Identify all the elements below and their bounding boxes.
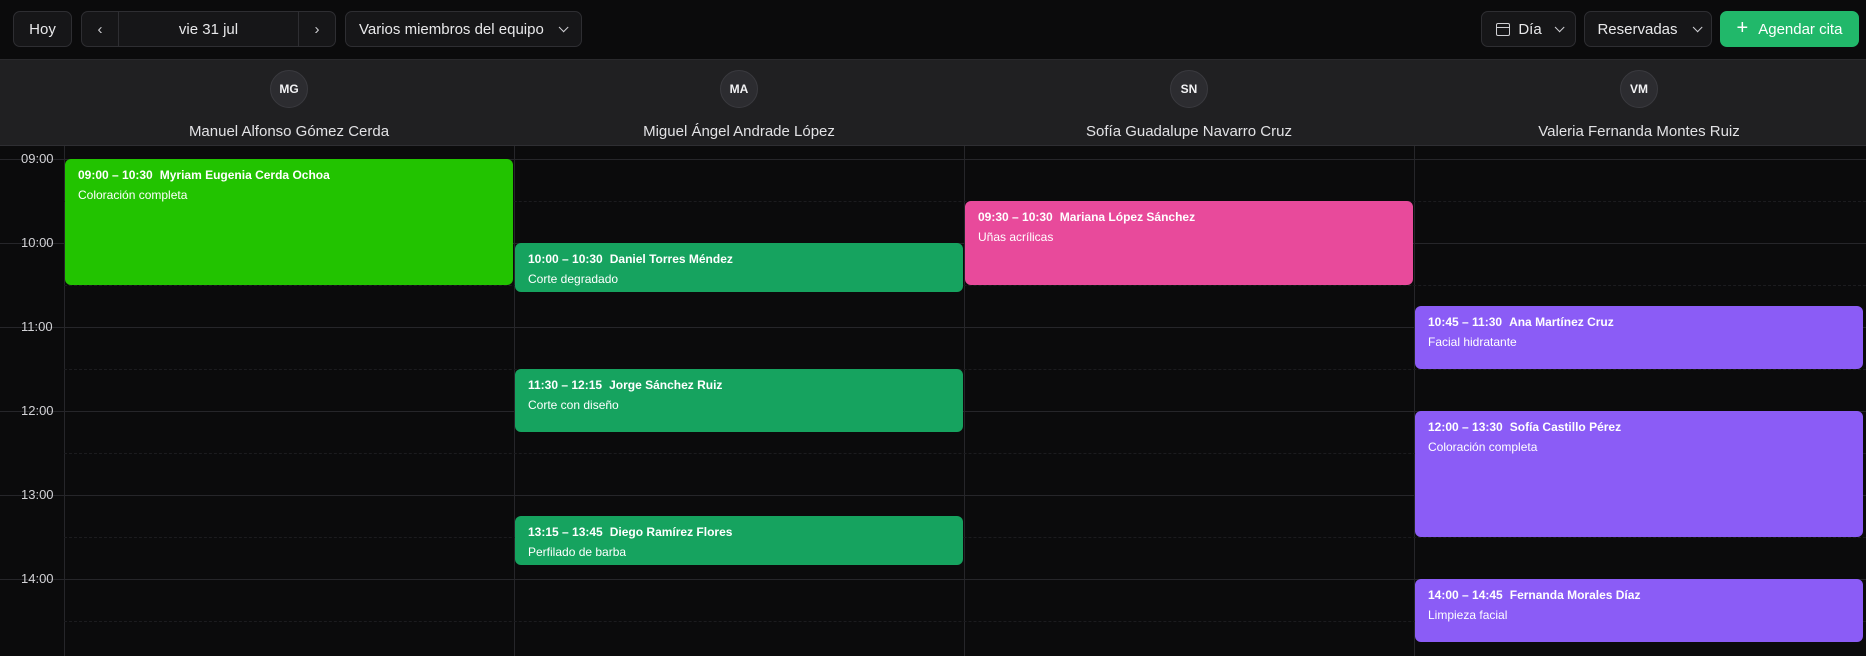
chevron-down-icon [558,21,569,32]
appointment-time: 09:00 – 10:30 [78,168,153,182]
appointment-client: Myriam Eugenia Cerda Ochoa [159,168,330,182]
chevron-down-icon [1554,21,1565,32]
appointment-client: Diego Ramírez Flores [609,525,733,539]
add-appointment-label: Agendar cita [1758,20,1843,38]
appointment-time: 10:00 – 10:30 [528,252,603,266]
chevron-left-icon[interactable]: ‹ [82,12,119,46]
appointment-time: 13:15 – 13:45 [528,525,603,539]
appointment-service: Coloración completa [78,188,188,202]
appointment-client: Fernanda Morales Díaz [1509,588,1641,602]
staff-column-header[interactable]: SN Sofía Guadalupe Navarro Cruz [964,60,1414,147]
appointment-time: 10:45 – 11:30 [1428,315,1503,329]
appointment-time: 11:30 – 12:15 [528,378,603,392]
plus-icon: + [1736,17,1749,39]
status-filter-dropdown[interactable]: Reservadas [1584,11,1712,47]
appointment-header: 10:45 – 11:30 Ana Martínez Cruz [1428,315,1850,329]
appointment-service: Coloración completa [1428,440,1538,454]
appointment-card[interactable]: 10:00 – 10:30 Daniel Torres Méndez Corte d… [515,243,963,292]
appointment-time: 12:00 – 13:30 [1428,420,1503,434]
add-appointment-button[interactable]: + Agendar cita [1720,11,1859,47]
appointment-header: 09:30 – 10:30 Mariana López Sánchez [978,210,1400,224]
staff-name: Sofía Guadalupe Navarro Cruz [1086,123,1292,140]
avatar: SN [1170,70,1208,108]
calendar-toolbar: Hoy ‹ vie 31 jul › Varios miembros del e… [0,0,1866,59]
appointment-header: 14:00 – 14:45 Fernanda Morales Díaz [1428,588,1850,602]
view-selector-dropdown[interactable]: Día [1481,11,1576,47]
appointment-service: Facial hidratante [1428,335,1517,349]
half-hour-gridline [64,285,1866,286]
appointment-card[interactable]: 09:00 – 10:30 Myriam Eugenia Cerda Ochoa C… [65,159,513,285]
hour-label: 09:00 [21,151,54,166]
avatar: VM [1620,70,1658,108]
staff-name: Miguel Ángel Andrade López [643,123,835,140]
hour-label: 10:00 [21,235,54,250]
half-hour-gridline [64,369,1866,370]
chevron-right-icon[interactable]: › [298,12,335,46]
hour-label: 11:00 [21,319,53,334]
appointment-service: Uñas acrílicas [978,230,1054,244]
appointment-client: Daniel Torres Méndez [609,252,733,266]
staff-name: Manuel Alfonso Gómez Cerda [188,123,390,140]
appointment-client: Jorge Sánchez Ruiz [609,378,723,392]
appointment-time: 09:30 – 10:30 [978,210,1053,224]
team-selector-label: Varios miembros del equipo [359,20,544,38]
appointment-service: Corte con diseño [528,398,619,412]
appointment-service: Limpieza facial [1428,608,1508,622]
appointment-card[interactable]: 13:15 – 13:45 Diego Ramírez Flores Perfila… [515,516,963,565]
hour-label: 12:00 [21,403,54,418]
chevron-down-icon [1692,21,1703,32]
appointment-service: Perfilado de barba [528,545,627,559]
team-selector-dropdown[interactable]: Varios miembros del equipo [345,11,582,47]
appointment-service: Corte degradado [528,272,619,286]
half-hour-gridline [64,537,1866,538]
avatar: MG [270,70,308,108]
staff-column-header[interactable]: MG Manuel Alfonso Gómez Cerda [64,60,514,147]
staff-name: Valeria Fernanda Montes Ruiz [1538,123,1740,140]
appointment-client: Sofía Castillo Pérez [1509,420,1622,434]
avatar: MA [720,70,758,108]
appointment-header: 13:15 – 13:45 Diego Ramírez Flores [528,525,950,539]
day-schedule-grid[interactable]: 09:00 10:00 11:00 12:00 13:00 14:00 09:00 – 10… [0,146,1866,656]
calendar-icon [1496,22,1511,36]
staff-column-header[interactable]: MA Miguel Ángel Andrade López [514,60,964,147]
today-button[interactable]: Hoy [13,11,72,47]
staff-header: MG Manuel Alfonso Gómez Cerda MA Miguel … [0,59,1866,146]
appointment-client: Ana Martínez Cruz [1509,315,1614,329]
hour-label: 14:00 [21,571,54,586]
appointment-header: 09:00 – 10:30 Myriam Eugenia Cerda Ochoa [78,168,500,182]
appointment-client: Mariana López Sánchez [1059,210,1196,224]
appointment-header: 12:00 – 13:30 Sofía Castillo Pérez [1428,420,1850,434]
appointment-time: 14:00 – 14:45 [1428,588,1503,602]
view-selector-label: Día [1518,20,1542,38]
date-navigator: ‹ vie 31 jul › [81,11,336,47]
current-date-label[interactable]: vie 31 jul [119,21,298,38]
staff-column-header[interactable]: VM Valeria Fernanda Montes Ruiz [1414,60,1864,147]
hour-label: 13:00 [21,487,54,502]
appointment-header: 10:00 – 10:30 Daniel Torres Méndez [528,252,950,266]
appointment-card[interactable]: 12:00 – 13:30 Sofía Castillo Pérez Colorac… [1415,411,1863,537]
appointment-header: 11:30 – 12:15 Jorge Sánchez Ruiz [528,378,950,392]
appointment-card[interactable]: 11:30 – 12:15 Jorge Sánchez Ruiz Corte con… [515,369,963,432]
appointment-card[interactable]: 09:30 – 10:30 Mariana López Sánchez Uñas a… [965,201,1413,285]
appointment-card[interactable]: 14:00 – 14:45 Fernanda Morales Díaz Limpie… [1415,579,1863,642]
appointment-card[interactable]: 10:45 – 11:30 Ana Martínez Cruz Facial hid… [1415,306,1863,369]
status-filter-label: Reservadas [1597,20,1678,38]
